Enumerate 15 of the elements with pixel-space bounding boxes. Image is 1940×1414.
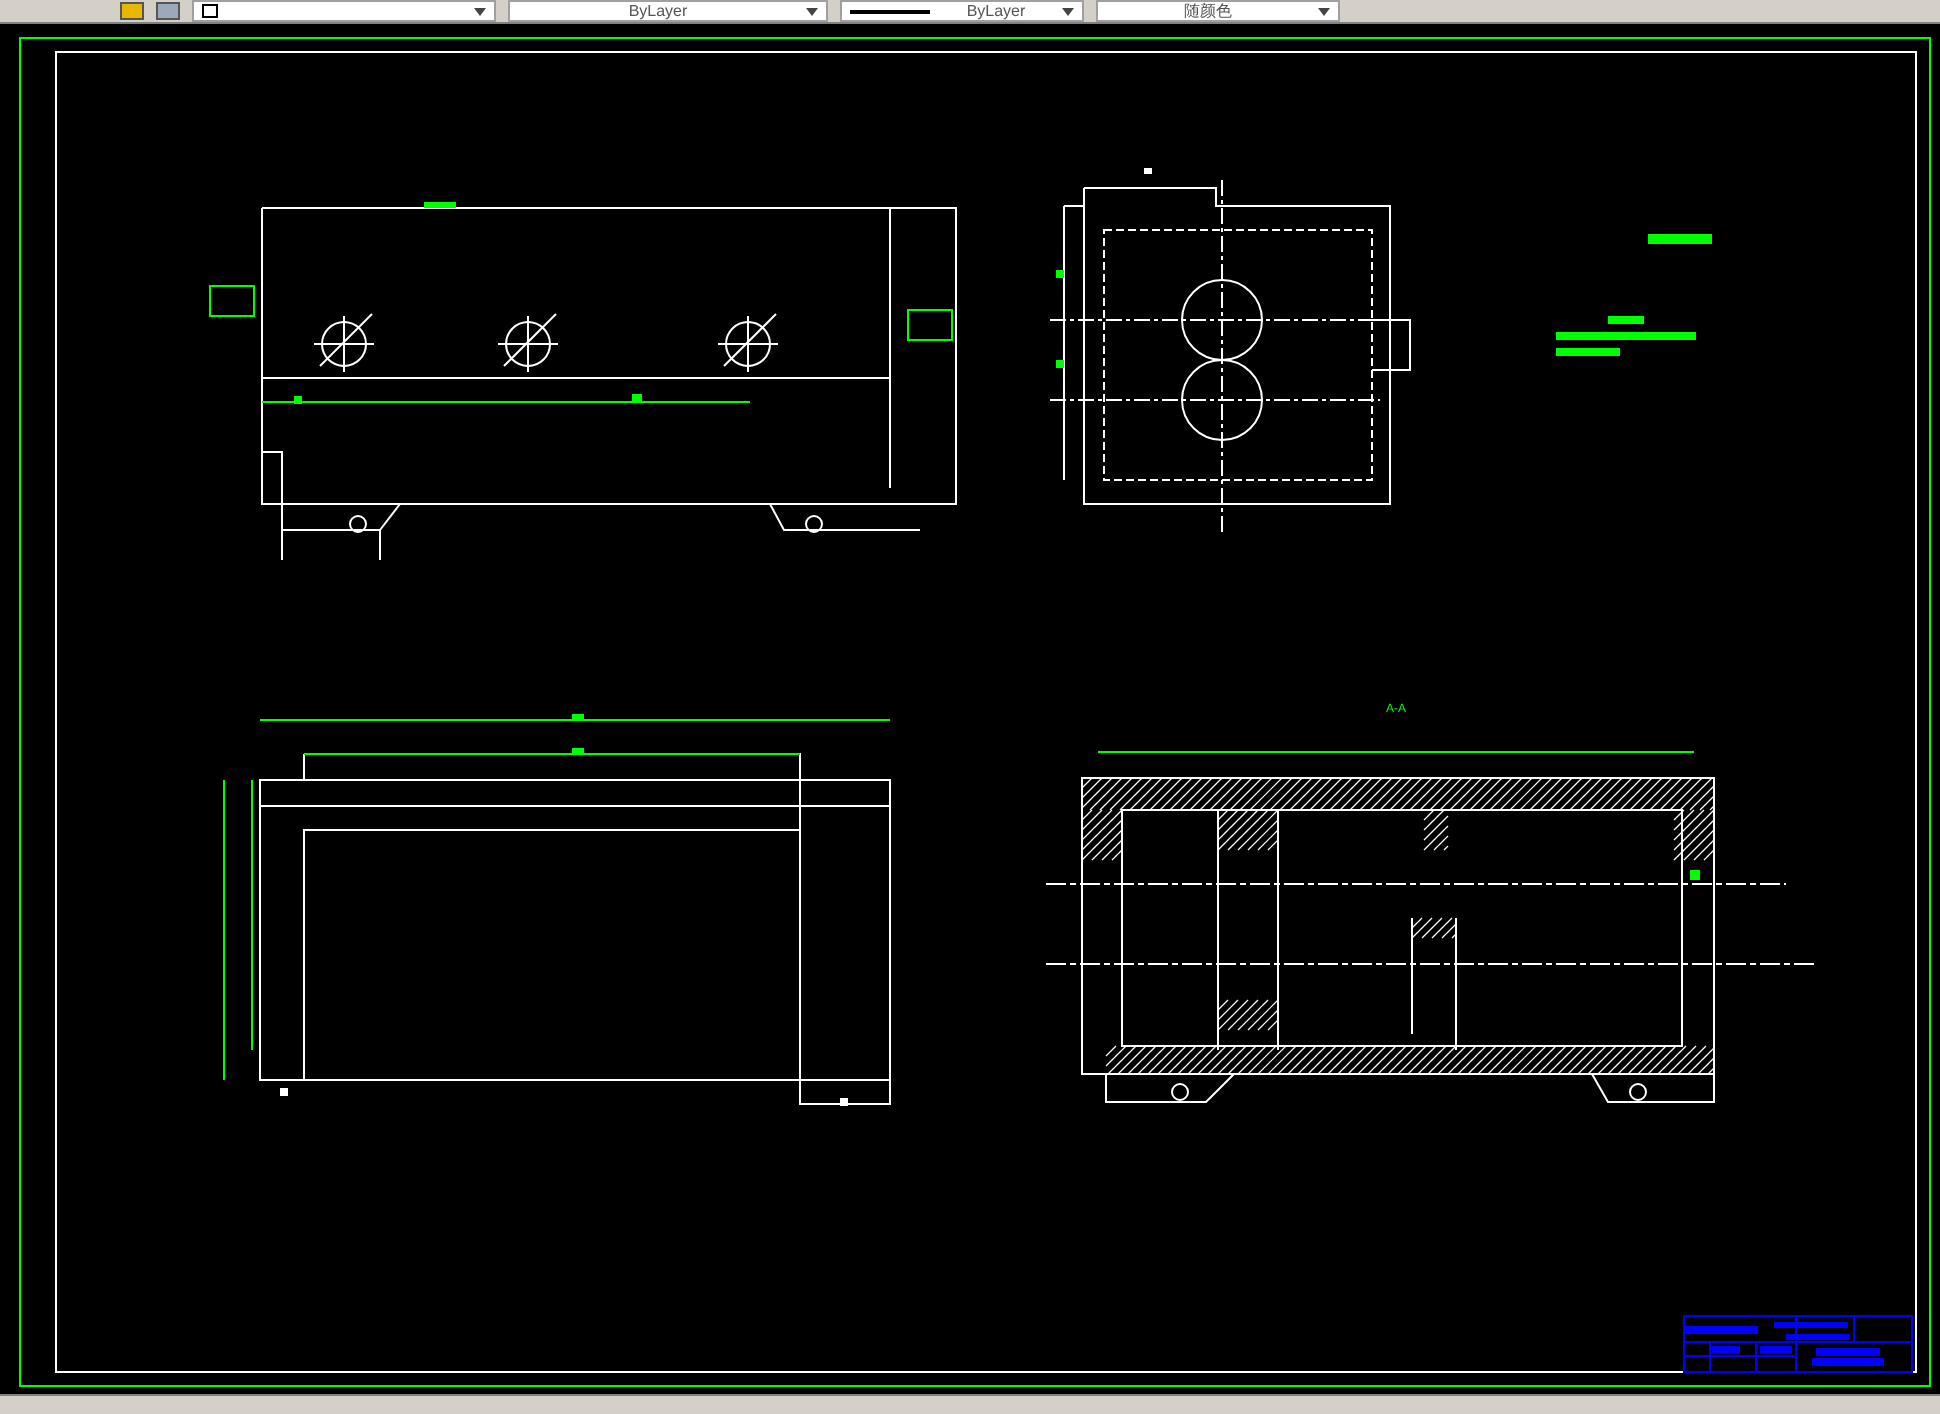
- layer-icon: [202, 4, 218, 18]
- line-sample-icon: [850, 9, 930, 13]
- layers-icon[interactable]: [156, 2, 180, 20]
- dropdown-value: 随颜色: [1182, 2, 1234, 20]
- layer-stack-icon[interactable]: [120, 2, 144, 20]
- dropdown[interactable]: ByLayer: [840, 0, 1084, 22]
- dropdown[interactable]: 随颜色: [1096, 0, 1340, 22]
- caret-icon: [1062, 7, 1074, 15]
- dropdown-value: ByLayer: [626, 2, 690, 20]
- dropdown-value: ByLayer: [964, 2, 1028, 20]
- caret-icon: [1318, 7, 1330, 15]
- caret-icon: [806, 7, 818, 15]
- dropdown[interactable]: [192, 0, 496, 22]
- caret-icon: [474, 7, 486, 15]
- dropdown[interactable]: ByLayer: [508, 0, 828, 22]
